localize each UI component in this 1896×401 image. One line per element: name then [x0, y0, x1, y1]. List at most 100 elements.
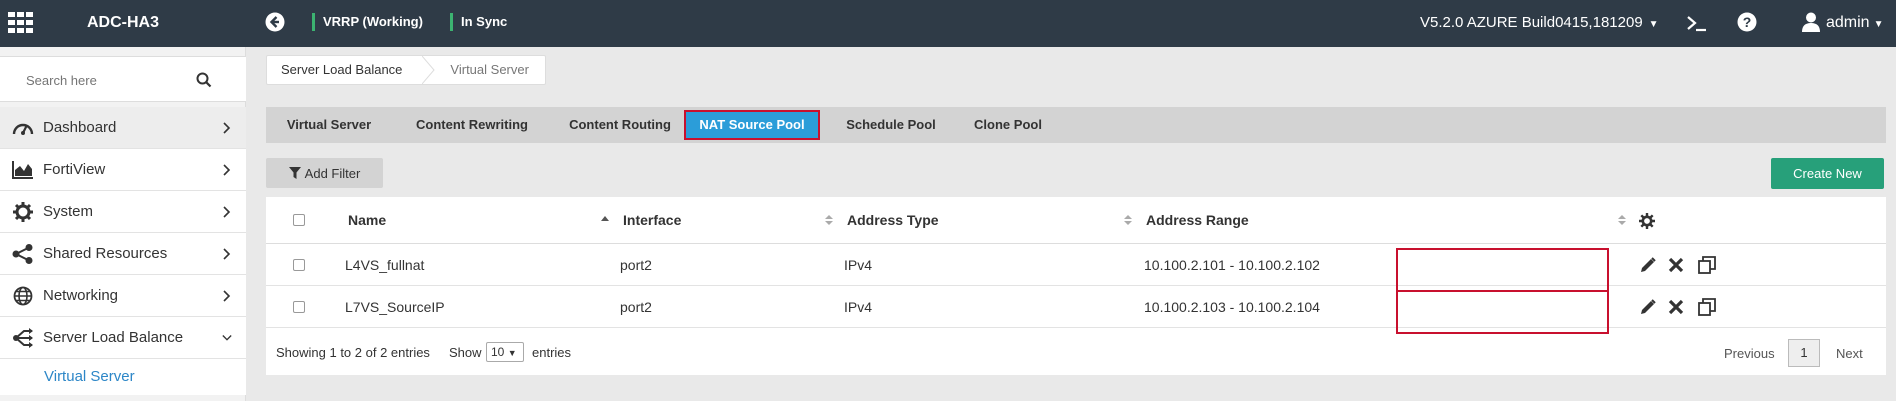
breadcrumb: Server Load Balance Virtual Server: [266, 55, 546, 85]
sidebar-item-label: Server Load Balance: [43, 329, 184, 346]
previous-button[interactable]: Previous: [1724, 346, 1775, 361]
sync-status: In Sync: [450, 13, 507, 31]
chevron-right-icon: [223, 290, 231, 302]
user-name: admin: [1826, 14, 1870, 31]
sort-icon[interactable]: [1124, 214, 1132, 226]
gear-icon: [13, 202, 33, 222]
delete-x-icon[interactable]: [1668, 257, 1684, 273]
cell-name: L4VS_fullnat: [345, 257, 425, 273]
chevron-right-icon: [223, 206, 231, 218]
balance-icon: [13, 328, 33, 348]
sidebar-item-shared-resources[interactable]: Shared Resources: [0, 233, 246, 275]
search-input[interactable]: [26, 70, 186, 90]
row-checkbox[interactable]: [293, 259, 305, 271]
version-label: V5.2.0 AZURE Build0415,181209: [1420, 14, 1643, 31]
sidebar-subitem-virtual-server[interactable]: Virtual Server: [0, 359, 246, 395]
user-menu[interactable]: admin ▼: [1826, 14, 1883, 32]
vrrp-status: VRRP (Working): [312, 13, 423, 31]
svg-text:?: ?: [1743, 14, 1752, 30]
entries-summary: Showing 1 to 2 of 2 entries: [276, 345, 430, 360]
breadcrumb-separator-icon: [422, 56, 436, 84]
cell-name: L7VS_SourceIP: [345, 299, 445, 315]
table-row[interactable]: L4VS_fullnat port2 IPv4 10.100.2.101 - 1…: [266, 244, 1886, 286]
column-settings-gear-icon[interactable]: [1639, 213, 1655, 229]
column-header-interface[interactable]: Interface: [623, 197, 681, 243]
sidebar-item-label: FortiView: [43, 161, 106, 178]
clone-icon[interactable]: [1698, 256, 1716, 274]
cell-interface: port2: [620, 299, 652, 315]
table-row[interactable]: L7VS_SourceIP port2 IPv4 10.100.2.103 - …: [266, 286, 1886, 328]
column-header-name[interactable]: Name: [348, 197, 386, 243]
add-filter-button[interactable]: Add Filter: [266, 158, 383, 188]
sort-asc-icon[interactable]: [601, 213, 609, 225]
tab-virtual-server[interactable]: Virtual Server: [266, 107, 392, 143]
back-arrow-icon[interactable]: [265, 12, 285, 32]
breadcrumb-item-virtual-server: Virtual Server: [450, 62, 529, 77]
filter-icon: [288, 167, 301, 179]
tab-content-routing[interactable]: Content Routing: [556, 107, 684, 143]
tab-content-rewriting[interactable]: Content Rewriting: [402, 107, 542, 143]
create-new-button[interactable]: Create New: [1771, 158, 1884, 189]
help-icon[interactable]: ?: [1737, 12, 1757, 32]
tab-clone-pool[interactable]: Clone Pool: [962, 107, 1054, 143]
search-icon[interactable]: [196, 72, 212, 88]
breadcrumb-item-server-load-balance[interactable]: Server Load Balance: [267, 56, 422, 84]
cell-address-range: 10.100.2.101 - 10.100.2.102: [1144, 257, 1320, 273]
cell-interface: port2: [620, 257, 652, 273]
tab-nat-source-pool[interactable]: NAT Source Pool: [684, 110, 820, 140]
sort-icon[interactable]: [1618, 214, 1626, 226]
page-1-button[interactable]: 1: [1788, 339, 1820, 367]
caret-down-icon: ▼: [1873, 19, 1884, 30]
delete-x-icon[interactable]: [1668, 299, 1684, 315]
sidebar-item-label: Dashboard: [43, 119, 117, 136]
chevron-right-icon: [223, 122, 231, 134]
grid-menu-icon[interactable]: [8, 12, 34, 34]
show-label: Show: [449, 345, 482, 360]
sidebar-item-system[interactable]: System: [0, 191, 246, 233]
edit-pencil-icon[interactable]: [1640, 299, 1656, 315]
sidebar-item-label: Networking: [43, 287, 119, 304]
cli-console-icon[interactable]: [1686, 12, 1708, 34]
caret-down-icon: ▼: [1648, 19, 1659, 30]
sidebar-nav: Dashboard FortiView System Shared Resour…: [0, 107, 246, 395]
cell-address-type: IPv4: [844, 257, 873, 273]
sidebar-item-label: System: [43, 203, 94, 220]
chart-icon: [12, 161, 33, 179]
chevron-down-icon: [222, 335, 232, 341]
version-dropdown[interactable]: V5.2.0 AZURE Build0415,181209 ▼: [1420, 14, 1659, 31]
next-button[interactable]: Next: [1836, 346, 1863, 361]
search-box: [0, 56, 246, 102]
page-size-value: 10: [491, 345, 505, 359]
column-header-address-range[interactable]: Address Range: [1146, 197, 1249, 243]
dashboard-icon: [12, 123, 34, 135]
tab-bar: Virtual Server Content Rewriting Content…: [266, 107, 1886, 143]
highlight-box: [1396, 248, 1609, 292]
cell-address-range: 10.100.2.103 - 10.100.2.104: [1144, 299, 1320, 315]
row-checkbox[interactable]: [293, 301, 305, 313]
chevron-right-icon: [223, 248, 231, 260]
select-all-checkbox[interactable]: [293, 214, 305, 226]
hostname: ADC-HA3: [87, 14, 159, 31]
sidebar: Dashboard FortiView System Shared R: [0, 47, 246, 401]
highlight-box: [1396, 290, 1609, 334]
column-header-address-type[interactable]: Address Type: [847, 197, 939, 243]
sidebar-item-networking[interactable]: Networking: [0, 275, 246, 317]
page-size-select[interactable]: 10 ▼: [486, 342, 524, 362]
sidebar-item-dashboard[interactable]: Dashboard: [0, 107, 246, 149]
caret-down-icon: ▼: [507, 348, 517, 358]
chevron-right-icon: [223, 164, 231, 176]
sort-icon[interactable]: [825, 214, 833, 226]
sidebar-item-label: Shared Resources: [43, 245, 168, 262]
entries-label: entries: [532, 345, 572, 360]
sidebar-item-server-load-balance[interactable]: Server Load Balance: [0, 317, 246, 359]
globe-icon: [13, 286, 33, 306]
share-icon: [12, 244, 33, 264]
top-bar: ADC-HA3 VRRP (Working) In Sync V5.2.0 AZ…: [0, 0, 1896, 47]
cell-address-type: IPv4: [844, 299, 873, 315]
add-filter-label: Add Filter: [304, 165, 361, 181]
clone-icon[interactable]: [1698, 298, 1716, 316]
edit-pencil-icon[interactable]: [1640, 257, 1656, 273]
tab-schedule-pool[interactable]: Schedule Pool: [832, 107, 950, 143]
sidebar-item-fortiview[interactable]: FortiView: [0, 149, 246, 191]
user-icon[interactable]: [1802, 12, 1820, 32]
